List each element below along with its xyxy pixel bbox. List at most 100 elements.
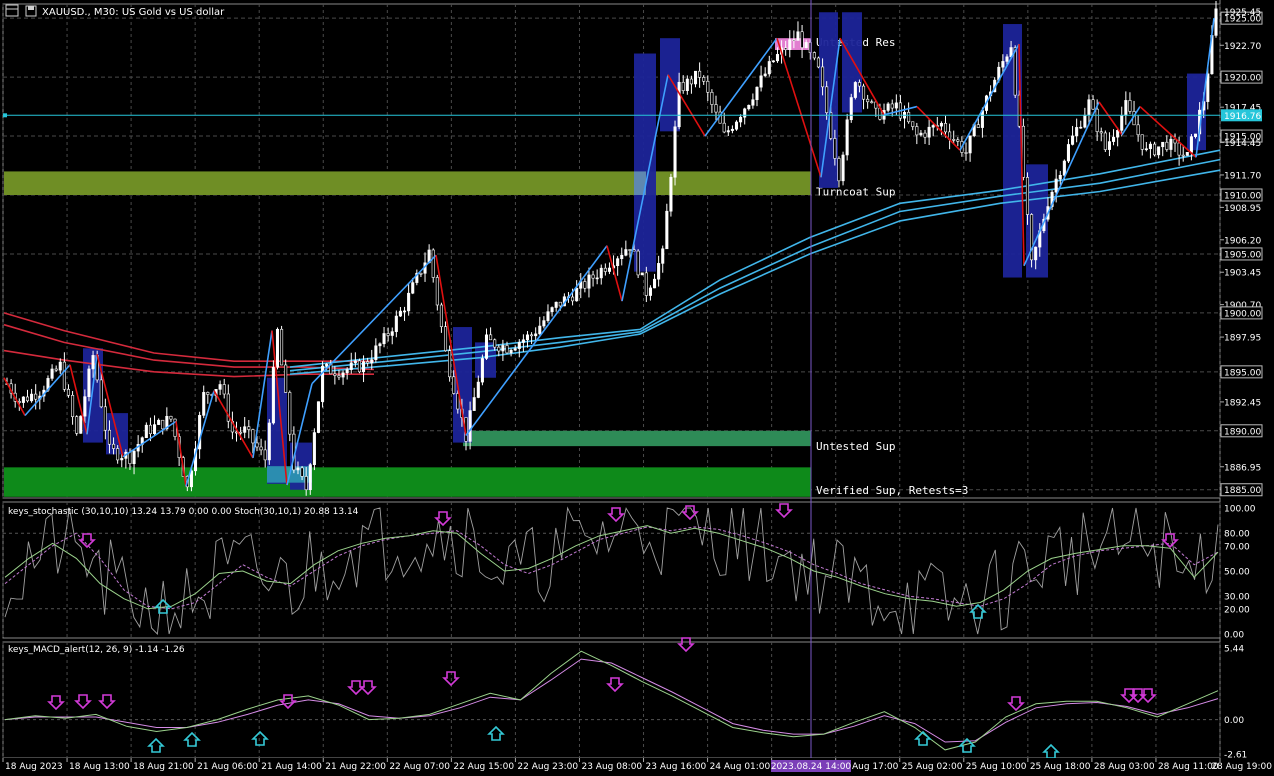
- candle[interactable]: [849, 93, 853, 123]
- candle-body: [816, 57, 820, 68]
- candle[interactable]: [853, 81, 857, 100]
- candle-body: [288, 392, 292, 435]
- candle-body: [202, 392, 206, 416]
- candle-body: [661, 248, 665, 264]
- price-line-handle[interactable]: [3, 113, 7, 118]
- candle-body: [866, 98, 870, 103]
- candle[interactable]: [312, 428, 316, 471]
- candle[interactable]: [87, 365, 91, 402]
- candle-body: [763, 73, 767, 77]
- price-tick-label: 1914.45: [1224, 139, 1261, 149]
- candle[interactable]: [669, 173, 673, 217]
- candle[interactable]: [280, 325, 284, 366]
- candle-body: [743, 108, 747, 118]
- candle-body: [128, 451, 132, 465]
- save-icon-label: [28, 6, 34, 10]
- time-label: 18 Aug 21:00: [133, 762, 194, 772]
- candle-body: [767, 61, 771, 75]
- candle[interactable]: [316, 401, 321, 434]
- candle-body: [517, 342, 521, 349]
- candle-body: [755, 86, 759, 101]
- macd-title: keys_MACD_alert(12, 26, 9) -1.14 -1.26: [8, 645, 185, 655]
- candle[interactable]: [636, 249, 640, 279]
- candle[interactable]: [75, 415, 79, 436]
- candle-body: [345, 369, 349, 374]
- candle-body: [435, 277, 439, 306]
- candle[interactable]: [288, 390, 292, 442]
- candle-body: [116, 448, 120, 461]
- candle[interactable]: [435, 274, 439, 311]
- candle-body: [66, 388, 71, 396]
- candle[interactable]: [275, 327, 280, 370]
- candle-body: [71, 394, 75, 417]
- time-label: 22 Aug 23:00: [517, 762, 578, 772]
- candle-body: [554, 301, 558, 308]
- candle-body: [271, 366, 275, 424]
- candle-body: [484, 334, 489, 359]
- candle[interactable]: [841, 151, 845, 186]
- candle[interactable]: [1185, 151, 1189, 156]
- candle-body: [316, 401, 321, 433]
- candle-body: [91, 355, 95, 370]
- candle-body: [1152, 143, 1157, 156]
- candle[interactable]: [1103, 130, 1107, 152]
- candle[interactable]: [448, 345, 452, 382]
- candle[interactable]: [271, 360, 275, 425]
- candle-body: [648, 287, 652, 296]
- candle-body: [448, 350, 452, 378]
- time-label: 25 Aug 10:00: [966, 762, 1027, 772]
- candle-body: [677, 81, 681, 128]
- price-tick-label: 1910.00: [1224, 191, 1261, 201]
- candle-body: [1144, 148, 1148, 151]
- candle-body: [726, 130, 730, 133]
- candle-body: [300, 467, 304, 477]
- candle[interactable]: [1030, 213, 1034, 268]
- candle[interactable]: [79, 415, 83, 434]
- time-label: 22 Aug 15:00: [453, 762, 514, 772]
- candle-body: [771, 60, 775, 63]
- candle[interactable]: [640, 272, 644, 276]
- candle[interactable]: [480, 354, 484, 386]
- time-label: 21 Aug 06:00: [197, 762, 258, 772]
- candle-body: [734, 121, 739, 130]
- candle-body: [616, 258, 620, 266]
- candle-body: [304, 476, 308, 491]
- candle-body: [1161, 141, 1165, 148]
- candle[interactable]: [321, 361, 325, 408]
- time-label: 23 Aug 08:00: [581, 762, 642, 772]
- candle-body: [1066, 144, 1070, 162]
- time-label: 28 Aug 11:00: [1158, 762, 1219, 772]
- candle-body: [120, 458, 124, 461]
- candle-body: [1025, 177, 1030, 215]
- candle-body: [1165, 141, 1169, 150]
- candle-body: [1030, 214, 1034, 261]
- time-label: 28 Aug 19:00: [1211, 762, 1272, 772]
- price-tick-label: 1908.95: [1224, 204, 1261, 214]
- stoch-tick-label: 50.00: [1224, 568, 1250, 578]
- candle[interactable]: [267, 419, 271, 465]
- candle-body: [792, 39, 796, 42]
- candle-body: [218, 384, 222, 390]
- sr-zone: [4, 171, 811, 195]
- candle-body: [915, 126, 919, 136]
- candle-body: [243, 426, 247, 433]
- candle[interactable]: [1152, 141, 1157, 157]
- price-tick-label: 1906.20: [1224, 236, 1261, 246]
- stoch-tick-label: 100.00: [1224, 505, 1256, 515]
- candle-body: [476, 381, 480, 398]
- candle-body: [382, 333, 386, 345]
- candle[interactable]: [734, 120, 739, 131]
- candle-body: [1001, 61, 1005, 68]
- time-label: 23 Aug 16:00: [646, 762, 707, 772]
- candle-body: [1128, 100, 1132, 112]
- candle[interactable]: [673, 120, 677, 186]
- zone-label: Verified Sup, Retests=3: [816, 484, 968, 497]
- candle[interactable]: [816, 56, 820, 69]
- candle[interactable]: [431, 248, 435, 283]
- chart-window[interactable]: Untested ResTurncoat SupUntested SupVeri…: [0, 0, 1274, 776]
- candle[interactable]: [845, 113, 849, 161]
- candle[interactable]: [357, 358, 361, 374]
- candle-body: [505, 345, 509, 354]
- candle-body: [730, 128, 734, 131]
- candle-body: [1157, 146, 1161, 156]
